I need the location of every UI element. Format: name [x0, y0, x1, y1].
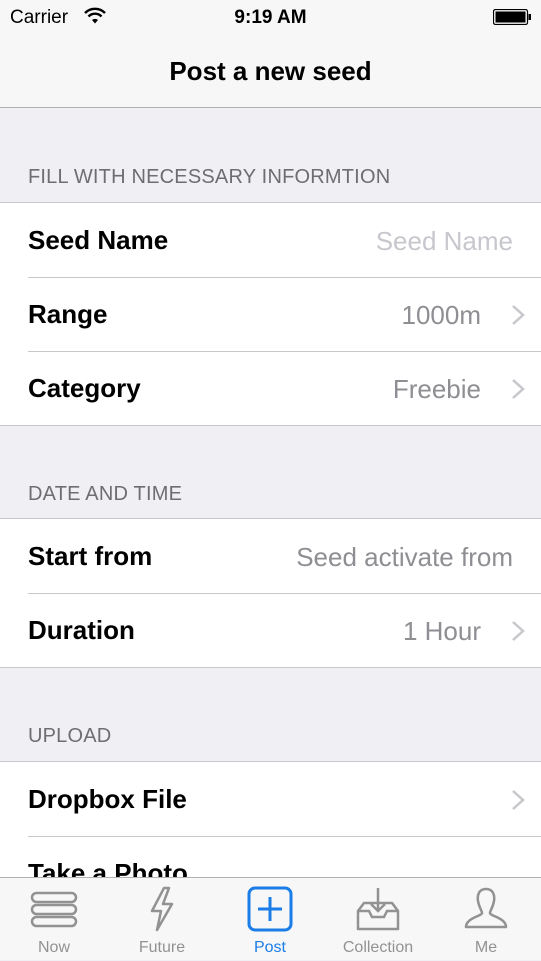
- duration-label: Duration: [28, 615, 135, 645]
- tab-collection[interactable]: Collection: [324, 878, 432, 961]
- duration-value: 1 Hour: [402, 616, 481, 646]
- tab-me[interactable]: Me: [432, 878, 540, 961]
- tab-me-label: Me: [474, 939, 498, 956]
- range-label: Range: [28, 299, 108, 329]
- chevron-right-icon: [512, 379, 525, 399]
- inbox-download-icon: [356, 888, 400, 931]
- section-header-upload: UPLOAD: [28, 725, 112, 747]
- seed-name-label: Seed Name: [28, 225, 169, 255]
- category-label: Category: [28, 373, 141, 403]
- chevron-right-icon: [512, 621, 525, 641]
- start-from-label: Start from: [28, 541, 153, 571]
- section-header-info: FILL WITH NECESSARY INFORMTION: [28, 166, 391, 188]
- seed-name-input[interactable]: Seed Name: [376, 226, 513, 257]
- dropbox-file-row[interactable]: Dropbox File: [0, 762, 541, 836]
- page-title: Post a new seed: [169, 56, 372, 86]
- tab-post[interactable]: Post: [216, 878, 324, 961]
- dropbox-file-label: Dropbox File: [28, 784, 187, 814]
- plus-square-icon: [247, 886, 293, 932]
- stack-icon: [30, 891, 78, 928]
- start-from-row[interactable]: Start from Seed activate from: [0, 519, 541, 593]
- status-bar: Carrier 9:19 AM: [0, 0, 541, 40]
- tab-future-label: Future: [138, 939, 186, 956]
- chevron-right-icon: [512, 305, 525, 325]
- info-group: Seed Name Seed Name Range 1000m Category…: [0, 202, 541, 426]
- navigation-bar: Post a new seed: [0, 40, 541, 108]
- category-row[interactable]: Category Freebie: [0, 351, 541, 425]
- section-header-datetime: DATE AND TIME: [28, 483, 183, 505]
- seed-name-row[interactable]: Seed Name Seed Name: [0, 203, 541, 277]
- lightning-icon: [150, 886, 174, 932]
- tab-post-label: Post: [253, 939, 286, 956]
- range-value: 1000m: [401, 300, 482, 330]
- duration-row[interactable]: Duration 1 Hour: [0, 593, 541, 667]
- range-row[interactable]: Range 1000m: [0, 277, 541, 351]
- battery-icon: [492, 8, 531, 26]
- person-icon: [464, 887, 508, 929]
- tab-now-label: Now: [37, 939, 70, 956]
- tab-now[interactable]: Now: [0, 878, 108, 961]
- status-time: 9:19 AM: [234, 7, 307, 28]
- start-from-input[interactable]: Seed activate from: [296, 542, 513, 573]
- category-value: Freebie: [392, 374, 481, 404]
- tab-future[interactable]: Future: [108, 878, 216, 961]
- datetime-group: Start from Seed activate from Duration 1…: [0, 518, 541, 668]
- tab-bar: Now Future Post Collection Me: [0, 877, 541, 960]
- tab-collection-label: Collection: [342, 939, 414, 956]
- chevron-right-icon: [512, 790, 525, 810]
